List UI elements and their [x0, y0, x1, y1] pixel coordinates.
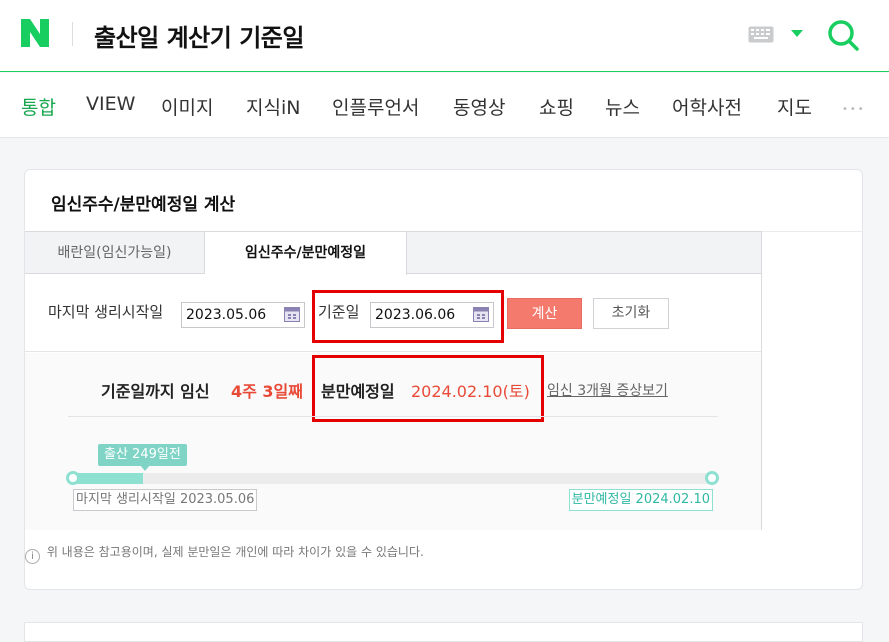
card-title: 임신주수/분만예정일 계산: [51, 195, 236, 215]
tab-view[interactable]: VIEW: [86, 93, 135, 115]
tab-kin[interactable]: 지식iN: [246, 93, 300, 120]
tab-video[interactable]: 동영상: [453, 93, 505, 120]
calculator-tabs: 배란일(임신가능일) 임신주수/분만예정일: [25, 232, 761, 275]
last-period-field[interactable]: 2023.05.06: [181, 302, 305, 328]
naver-logo-icon[interactable]: [19, 17, 51, 49]
result-prefix: 기준일까지 임신: [101, 382, 210, 401]
due-date-marker-label: 분만예정일 2024.02.10: [568, 489, 713, 511]
pregnancy-progress-bar: [73, 473, 713, 484]
reset-button[interactable]: 초기화: [593, 298, 669, 329]
pregnancy-calculator-card: 임신주수/분만예정일 계산 배란일(임신가능일) 임신주수/분만예정일 마지막 …: [24, 169, 863, 590]
more-tabs-icon[interactable]: •••: [842, 104, 866, 115]
search-tabs: 통합 VIEW 이미지 지식iN 인플루언서 동영상 쇼핑 뉴스 어학사전 지도…: [0, 73, 889, 138]
info-icon: i: [25, 549, 40, 564]
keyboard-dropdown-arrow-icon[interactable]: [791, 30, 803, 37]
start-dot: [66, 471, 80, 485]
progress-fill: [73, 473, 144, 484]
tab-images[interactable]: 이미지: [161, 93, 213, 120]
start-date-label: 마지막 생리시작일 2023.05.06: [73, 489, 258, 511]
calendar-icon[interactable]: [284, 307, 300, 322]
symptoms-link[interactable]: 임신 3개월 증상보기: [547, 380, 668, 400]
pregnancy-weeks: 4주 3일째: [231, 382, 303, 401]
search-icon[interactable]: [826, 18, 860, 52]
search-query[interactable]: 출산일 계산기 기준일: [94, 18, 304, 53]
tab-due-date[interactable]: 임신주수/분만예정일: [205, 232, 407, 275]
tab-influencer[interactable]: 인플루언서: [332, 93, 419, 120]
highlight-box-base-date: [312, 290, 504, 343]
tab-news[interactable]: 뉴스: [605, 93, 640, 120]
search-header: 출산일 계산기 기준일: [0, 0, 889, 72]
next-section-card: [24, 622, 863, 642]
calculator-box: 배란일(임신가능일) 임신주수/분만예정일 마지막 생리시작일 2023.05.…: [25, 231, 762, 530]
result-area: 기준일까지 임신 4주 3일째 분만예정일 2024.02.10(토) 임신 3…: [25, 353, 761, 530]
date-form: 마지막 생리시작일 2023.05.06 기준일 2023.06.06 계산 초…: [25, 274, 761, 352]
tab-shopping[interactable]: 쇼핑: [539, 93, 574, 120]
last-period-label: 마지막 생리시작일: [48, 303, 164, 321]
days-remaining-tooltip: 출산 249일전: [98, 444, 187, 466]
tab-map[interactable]: 지도: [777, 93, 812, 120]
divider: [68, 416, 718, 417]
tab-ovulation[interactable]: 배란일(임신가능일): [25, 232, 205, 274]
calculate-button[interactable]: 계산: [507, 298, 582, 329]
end-dot: [705, 471, 719, 485]
tooltip-arrow: [140, 465, 150, 471]
keyboard-icon[interactable]: [748, 26, 774, 43]
disclaimer: i 위 내용은 참고용이며, 실제 분만일은 개인에 따라 차이가 있을 수 있…: [25, 543, 424, 564]
tab-dictionary[interactable]: 어학사전: [672, 93, 742, 120]
highlight-box-due-date: [312, 355, 544, 422]
last-period-value: 2023.05.06: [186, 307, 267, 323]
disclaimer-text: 위 내용은 참고용이며, 실제 분만일은 개인에 따라 차이가 있을 수 있습니…: [46, 545, 424, 559]
logo-divider: [72, 22, 73, 46]
tab-all[interactable]: 통합: [21, 93, 56, 120]
